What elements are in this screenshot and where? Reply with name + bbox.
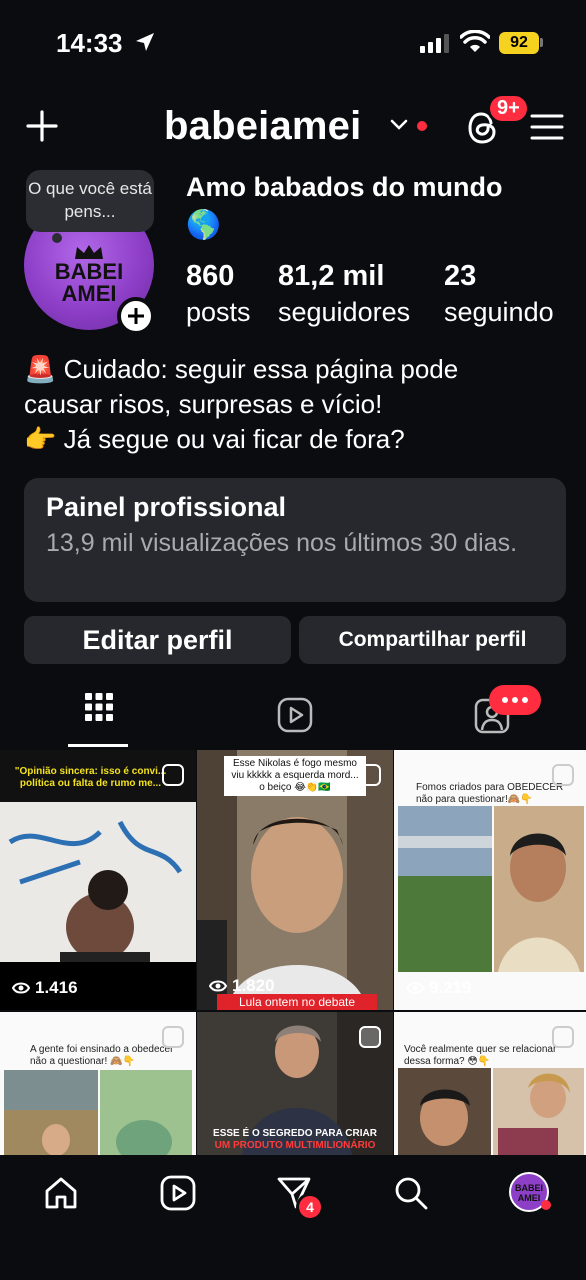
post-views: 9.219 (406, 978, 472, 998)
home-icon[interactable] (43, 1175, 79, 1211)
post-tile[interactable]: ESSE É O SEGREDO PARA CRIAR UM PRODUTO M… (197, 1012, 393, 1155)
add-story-button[interactable] (117, 297, 155, 335)
post-thumbnail (4, 1070, 192, 1155)
post-tile[interactable]: Fomos criados para OBEDECER não para que… (394, 750, 586, 1010)
post-thumbnail (398, 806, 584, 972)
share-profile-button[interactable]: Compartilhar perfil (299, 616, 566, 664)
location-arrow-icon (136, 33, 154, 51)
reel-indicator-icon (552, 764, 574, 786)
active-tab-indicator (68, 744, 128, 747)
post-view-count: 1.820 (232, 976, 275, 995)
profile-notification-dot (541, 1200, 551, 1210)
bottom-nav: 4 BABEI AMEI (0, 1155, 586, 1280)
grid-icon[interactable] (84, 692, 114, 722)
dashboard-subtitle: 13,9 mil visualizações nos últimos 30 di… (46, 529, 518, 557)
eye-icon (12, 982, 30, 994)
reel-indicator-icon (162, 764, 184, 786)
bio-line: causar risos, surpresas e vício! (24, 389, 383, 419)
note-bubble-tail (52, 233, 62, 243)
eye-icon (406, 982, 424, 994)
post-thumbnail (398, 1068, 584, 1155)
stat-following-label: seguindo (444, 297, 554, 327)
post-caption-highlight: UM PRODUTO MULTIMILIONÁRIO (214, 1140, 376, 1151)
post-tile[interactable]: Você realmente quer se relacionar dessa … (394, 1012, 586, 1155)
reel-indicator-icon (359, 1026, 381, 1048)
stat-posts-value: 860 (186, 260, 235, 292)
stat-followers-label: seguidores (278, 297, 411, 327)
post-caption: A gente foi ensinado a obedecer não a qu… (30, 1044, 174, 1067)
post-view-count: 9.219 (429, 978, 472, 997)
profile-display-name: Amo babados do mundo (186, 172, 503, 202)
post-tile[interactable]: "Opinião sincera: isso é convi... políti… (0, 750, 196, 1010)
stat-posts-label: posts (186, 297, 251, 327)
post-caption: Fomos criados para OBEDECER não para que… (416, 782, 564, 805)
post-caption: Esse Nikolas é fogo mesmo viu kkkkk a es… (224, 756, 366, 796)
eye-icon (209, 980, 227, 992)
stat-followers-value: 81,2 mil (278, 260, 385, 292)
create-plus-icon[interactable] (24, 108, 60, 144)
search-icon[interactable] (393, 1175, 429, 1211)
post-caption: ESSE É O SEGREDO PARA CRIAR (213, 1128, 377, 1139)
reel-indicator-icon (359, 764, 381, 786)
reel-indicator-icon (552, 1026, 574, 1048)
reel-indicator-icon (162, 1026, 184, 1048)
messages-badge: 4 (296, 1193, 324, 1221)
dashboard-title: Painel profissional (46, 492, 287, 522)
stat-following[interactable]: 23 seguindo (444, 260, 554, 328)
post-view-count: 1.416 (35, 978, 78, 997)
profile-bio: 🚨 Cuidado: seguir essa página pode causa… (24, 352, 574, 457)
battery-indicator: 92 (499, 32, 539, 54)
reels-nav-icon[interactable] (160, 1175, 196, 1211)
wifi-icon (460, 30, 490, 52)
post-tile[interactable]: A gente foi ensinado a obedecer não a qu… (0, 1012, 196, 1155)
tagged-notification-badge (489, 685, 541, 715)
post-thumbnail (0, 802, 196, 962)
cellular-signal-icon (420, 33, 449, 53)
note-bubble[interactable]: O que você está pens... (26, 170, 154, 232)
notification-badge: 9+ (487, 93, 530, 124)
edit-profile-button[interactable]: Editar perfil (24, 616, 291, 664)
avatar-text-line2: AMEI (61, 281, 117, 306)
stat-posts[interactable]: 860 posts (186, 260, 251, 328)
post-views: 1.820 (209, 976, 275, 996)
status-bar: 14:33 92 (0, 0, 586, 90)
post-caption: Você realmente quer se relacionar dessa … (404, 1044, 557, 1067)
status-time: 14:33 (56, 28, 123, 58)
post-views: 1.416 (12, 978, 78, 998)
stat-followers[interactable]: 81,2 mil seguidores (278, 260, 410, 328)
post-subcaption: Lula ontem no debate (217, 994, 377, 1010)
globe-emoji: 🌎 (186, 209, 221, 240)
post-caption: "Opinião sincera: isso é convi... políti… (14, 766, 167, 789)
bio-line: 🚨 Cuidado: seguir essa página pode (24, 354, 459, 384)
battery-tip (540, 38, 543, 47)
avatar-text-line1: BABEI (54, 259, 124, 284)
reels-icon[interactable] (277, 697, 313, 733)
chevron-down-icon[interactable] (390, 118, 408, 132)
menu-hamburger-icon[interactable] (530, 112, 564, 142)
profile-username[interactable]: babeiamei (164, 104, 361, 149)
post-tile[interactable]: Esse Nikolas é fogo mesmo viu kkkkk a es… (197, 750, 393, 1010)
account-notification-dot (417, 121, 427, 131)
stat-following-value: 23 (444, 260, 477, 292)
bio-line: 👉 Já segue ou vai ficar de fora? (24, 424, 405, 454)
professional-dashboard[interactable]: Painel profissional 13,9 mil visualizaçõ… (24, 478, 566, 602)
posts-grid: "Opinião sincera: isso é convi... políti… (0, 750, 586, 1155)
